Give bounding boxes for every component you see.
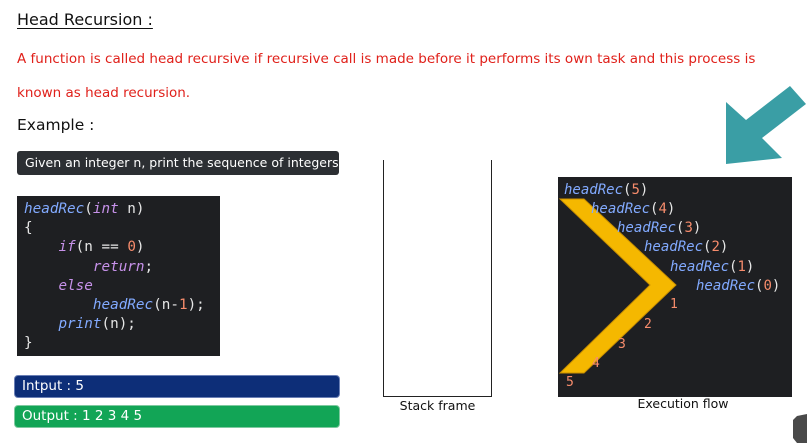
corner-decoration (793, 414, 807, 443)
input-box: Intput : 5 (14, 375, 340, 398)
problem-statement: Given an integer n, print the sequence o… (17, 151, 343, 175)
exec-call-1: headRec(5) (564, 182, 649, 198)
code-line-2: { (24, 220, 33, 237)
code-line-5: else (58, 277, 93, 294)
stack-frame-container (383, 160, 492, 397)
code-line-3: if(n == 0) (58, 239, 145, 256)
pointer-arrow-icon (726, 86, 806, 164)
exec-output-1: 1 (670, 297, 678, 312)
exec-call-5: headRec(1) (670, 259, 755, 275)
exec-call-4: headRec(2) (644, 239, 729, 255)
code-line-6: headRec(n-1); (92, 296, 205, 313)
stack-frame-label: Stack frame (399, 398, 476, 413)
exec-call-3: headRec(3) (617, 220, 702, 236)
exec-call-6: headRec(0) (696, 278, 781, 294)
code-line-7: print(n); (58, 316, 136, 333)
execution-flow-label: Execution flow (637, 396, 729, 411)
code-block: headRec(int n) { if(n == 0) return; else… (17, 196, 220, 356)
output-box: Output : 1 2 3 4 5 (14, 405, 340, 428)
code-line-1: headRec(int n) (24, 201, 145, 217)
exec-output-2: 2 (644, 317, 652, 332)
exec-output-4: 4 (592, 356, 600, 371)
code-line-4: return; (92, 258, 154, 275)
page-heading: Head Recursion : (17, 10, 153, 29)
example-label: Example : (17, 116, 95, 134)
exec-call-2: headRec(4) (591, 201, 676, 217)
code-line-8: } (24, 335, 33, 352)
description-text: A function is called head recursive if r… (17, 51, 756, 101)
exec-output-3: 3 (618, 337, 626, 352)
exec-output-5: 5 (566, 375, 574, 390)
execution-flow-panel: headRec(5) headRec(4) headRec(3) headRec… (558, 177, 792, 397)
